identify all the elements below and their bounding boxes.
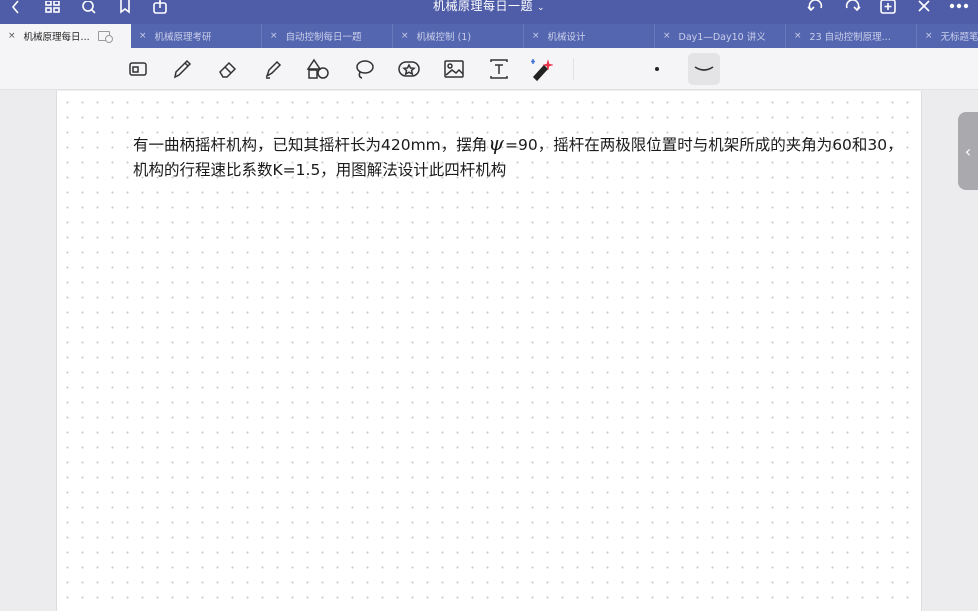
psi-symbol: ψ	[488, 131, 504, 155]
add-page-icon[interactable]	[878, 0, 898, 14]
tab-label: 无标题笔	[940, 32, 978, 43]
tab[interactable]: × 机械控制 (1)	[393, 24, 524, 48]
tab-close-icon[interactable]: ×	[139, 31, 147, 41]
tab-bar: × 机械原理每日... × 机械原理考研 × 自动控制每日一题 × 机械控制 (…	[0, 24, 978, 48]
shapes-icon[interactable]	[305, 57, 331, 81]
tab[interactable]: × 23 自动控制原理...	[786, 24, 917, 48]
tab[interactable]: × 机械原理考研	[131, 24, 262, 48]
document-title-text: 机械原理每日一题	[432, 0, 533, 13]
read-mode-icon[interactable]	[125, 57, 151, 81]
stroke-size-dot[interactable]	[655, 67, 659, 71]
tab-close-icon[interactable]: ×	[270, 31, 278, 41]
drawing-toolbar	[0, 48, 978, 90]
page-info-icon[interactable]	[97, 31, 113, 43]
close-icon[interactable]	[914, 0, 934, 14]
stroke-style-selector[interactable]	[688, 53, 720, 85]
image-icon[interactable]	[441, 57, 467, 81]
tab-label: 自动控制每日一题	[285, 32, 362, 43]
note-page[interactable]: 有一曲柄摇杆机构，已知其摇杆长为420mm，摆角ψ=90，摇杆在两极限位置时与机…	[56, 91, 922, 611]
tab-label: 23 自动控制原理...	[809, 32, 891, 43]
redo-icon[interactable]	[842, 0, 862, 14]
toolbar-divider	[573, 58, 574, 80]
question-text-part1: 有一曲柄摇杆机构，已知其摇杆长为420mm，摆角	[133, 136, 488, 154]
tab-active[interactable]: × 机械原理每日...	[0, 24, 131, 48]
tab-close-icon[interactable]: ×	[663, 31, 671, 41]
lasso-icon[interactable]	[351, 57, 377, 81]
eraser-icon[interactable]	[215, 57, 241, 81]
tab[interactable]: × 机械设计	[524, 24, 655, 48]
tab[interactable]: × 无标题笔	[917, 24, 978, 48]
pen-icon[interactable]	[169, 57, 195, 81]
tab-label: 机械控制 (1)	[416, 32, 472, 43]
chevron-left-icon: ‹	[964, 141, 972, 161]
more-icon[interactable]	[948, 0, 970, 14]
laser-pointer-icon[interactable]	[530, 57, 556, 81]
question-text: 有一曲柄摇杆机构，已知其摇杆长为420mm，摆角ψ=90，摇杆在两极限位置时与机…	[133, 133, 903, 183]
tab-label: 机械原理考研	[154, 32, 212, 43]
title-bar: 机械原理每日一题 ⌄	[0, 0, 978, 24]
sticker-icon[interactable]	[396, 57, 422, 81]
sidebar-handle[interactable]: ‹	[958, 112, 978, 190]
tab-close-icon[interactable]: ×	[401, 31, 409, 41]
tab-label: 机械设计	[547, 32, 586, 43]
tab-close-icon[interactable]: ×	[794, 31, 802, 41]
tab-close-icon[interactable]: ×	[8, 31, 16, 41]
tab-close-icon[interactable]: ×	[925, 31, 933, 41]
tab[interactable]: × Day1—Day10 讲义	[655, 24, 786, 48]
document-title[interactable]: 机械原理每日一题 ⌄	[0, 0, 978, 14]
tab-close-icon[interactable]: ×	[532, 31, 540, 41]
text-icon[interactable]	[486, 57, 512, 81]
highlighter-icon[interactable]	[260, 57, 286, 81]
tab-label: 机械原理每日...	[23, 32, 90, 43]
stroke-curve-icon	[694, 66, 714, 71]
undo-icon[interactable]	[806, 0, 826, 14]
tab-label: Day1—Day10 讲义	[678, 32, 766, 43]
tab[interactable]: × 自动控制每日一题	[262, 24, 393, 48]
chevron-down-icon: ⌄	[536, 3, 546, 13]
